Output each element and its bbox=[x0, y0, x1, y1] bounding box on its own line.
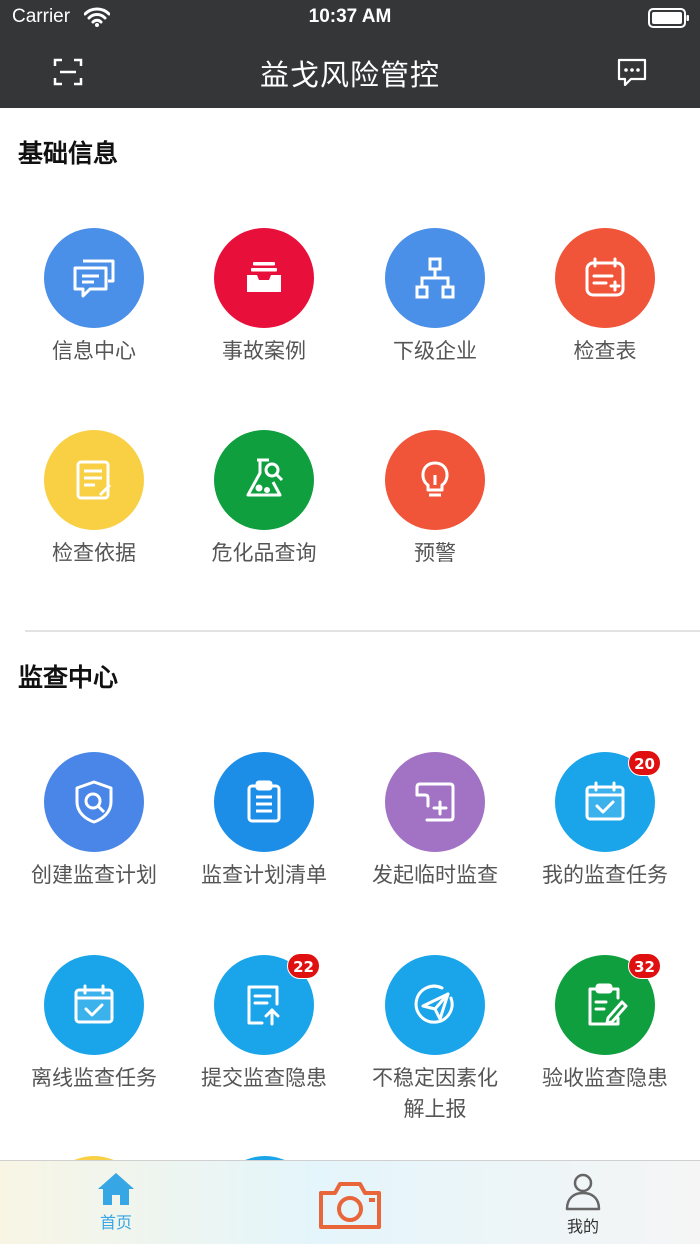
grid-item-label: 信息中心 bbox=[52, 339, 136, 363]
org-chart-icon bbox=[415, 257, 455, 299]
tab-camera[interactable] bbox=[290, 1161, 410, 1244]
grid-item-instability-report[interactable]: 不稳定因素化解上报 bbox=[350, 955, 520, 1125]
notification-badge: 22 bbox=[287, 953, 320, 979]
tab-label-home: 首页 bbox=[99, 1213, 132, 1232]
camera-icon bbox=[319, 1182, 381, 1229]
add-note-icon bbox=[415, 782, 455, 822]
inbox-tray-icon bbox=[247, 262, 281, 292]
grid-item-info-center[interactable]: 信息中心 bbox=[9, 228, 179, 367]
grid-item-label: 检查依据 bbox=[52, 541, 136, 565]
notification-badge: 20 bbox=[628, 750, 661, 776]
grid-item-plan-list[interactable]: 监查计划清单 bbox=[179, 752, 349, 891]
grid-item-early-warning[interactable]: 预警 bbox=[350, 430, 520, 569]
notification-badge: 32 bbox=[628, 953, 661, 979]
tab-label-profile: 我的 bbox=[566, 1217, 599, 1236]
grid-item-my-tasks[interactable]: 20 我的监查任务 bbox=[520, 750, 690, 891]
section-divider bbox=[25, 630, 700, 632]
subordinate-enterprises-circle bbox=[385, 228, 485, 328]
grid-item-hazardous-chemicals[interactable]: 危化品查询 bbox=[179, 430, 349, 569]
lightbulb-icon bbox=[421, 461, 449, 497]
grid-item-temporary-inspection[interactable]: 发起临时监查 bbox=[350, 752, 520, 891]
grid-item-label: 监查计划清单 bbox=[201, 863, 327, 887]
shield-search-icon bbox=[75, 780, 113, 824]
grid-item-label: 提交监查隐患 bbox=[201, 1066, 327, 1090]
inspection-basis-circle bbox=[44, 430, 144, 530]
hazardous-chemicals-circle bbox=[214, 430, 314, 530]
grid-item-subordinate-enterprises[interactable]: 下级企业 bbox=[350, 228, 520, 367]
plan-list-circle bbox=[214, 752, 314, 852]
user-icon bbox=[565, 1173, 601, 1211]
clipboard-list-icon bbox=[247, 780, 281, 823]
accept-hazards-circle: 32 bbox=[555, 953, 661, 1055]
tab-profile[interactable]: 我的 bbox=[523, 1161, 643, 1244]
calendar-check-icon bbox=[74, 984, 114, 1024]
temporary-inspection-circle bbox=[385, 752, 485, 852]
info-center-circle bbox=[44, 228, 144, 328]
grid-item-label: 事故案例 bbox=[222, 339, 306, 363]
battery-icon bbox=[648, 8, 689, 28]
grid-item-inspection-basis[interactable]: 检查依据 bbox=[9, 430, 179, 569]
offline-tasks-circle bbox=[44, 955, 144, 1055]
grid-item-label: 我的监查任务 bbox=[542, 863, 668, 887]
grid-item-accept-hazards[interactable]: 32 验收监查隐患 bbox=[520, 953, 690, 1094]
grid-item-label: 创建监查计划 bbox=[31, 863, 157, 887]
tab-home[interactable]: 首页 bbox=[56, 1161, 176, 1244]
page-title: 益戈风险管控 bbox=[259, 58, 440, 92]
calendar-check-icon bbox=[585, 781, 625, 821]
flask-search-icon bbox=[246, 458, 284, 497]
grid-item-checklist[interactable]: 检查表 bbox=[520, 228, 690, 367]
document-edit-icon bbox=[76, 460, 112, 500]
section-title-basic-info: 基础信息 bbox=[18, 139, 119, 168]
message-icon[interactable] bbox=[616, 56, 648, 88]
grid-item-submit-hazards[interactable]: 22 提交监查隐患 bbox=[179, 953, 349, 1094]
grid-item-label: 验收监查隐患 bbox=[542, 1066, 668, 1090]
create-plan-circle bbox=[44, 752, 144, 852]
nav-bar: 益戈风险管控 bbox=[0, 36, 700, 108]
grid-item-create-plan[interactable]: 创建监查计划 bbox=[9, 752, 179, 891]
checklist-circle bbox=[555, 228, 655, 328]
clipboard-pencil-icon bbox=[588, 983, 628, 1026]
message-bubbles-icon bbox=[73, 259, 115, 298]
status-bar: Carrier 10:37 AM bbox=[0, 0, 700, 36]
grid-item-label: 下级企业 bbox=[393, 339, 477, 363]
grid-item-label: 发起临时监查 bbox=[372, 863, 498, 887]
grid-item-label: 预警 bbox=[414, 541, 456, 565]
home-icon bbox=[98, 1173, 134, 1205]
paper-plane-icon bbox=[414, 984, 454, 1024]
grid-item-label: 离线监查任务 bbox=[31, 1066, 157, 1090]
section-title-inspection-center: 监查中心 bbox=[18, 663, 119, 692]
status-time: 10:37 AM bbox=[308, 6, 392, 27]
calendar-note-icon bbox=[585, 257, 625, 297]
instability-report-circle bbox=[385, 955, 485, 1055]
tab-bar: 首页 我的 bbox=[0, 1160, 700, 1244]
grid-item-label: 不稳定因素化解上报 bbox=[372, 1066, 498, 1121]
early-warning-circle bbox=[385, 430, 485, 530]
grid-item-label: 危化品查询 bbox=[211, 541, 317, 565]
submit-hazards-circle: 22 bbox=[214, 953, 320, 1055]
grid-item-offline-tasks[interactable]: 离线监查任务 bbox=[9, 955, 179, 1094]
grid-item-label: 检查表 bbox=[573, 339, 637, 363]
upload-document-icon bbox=[247, 985, 280, 1026]
my-tasks-circle: 20 bbox=[555, 750, 661, 852]
grid-item-accident-cases[interactable]: 事故案例 bbox=[179, 228, 349, 367]
accident-cases-circle bbox=[214, 228, 314, 328]
